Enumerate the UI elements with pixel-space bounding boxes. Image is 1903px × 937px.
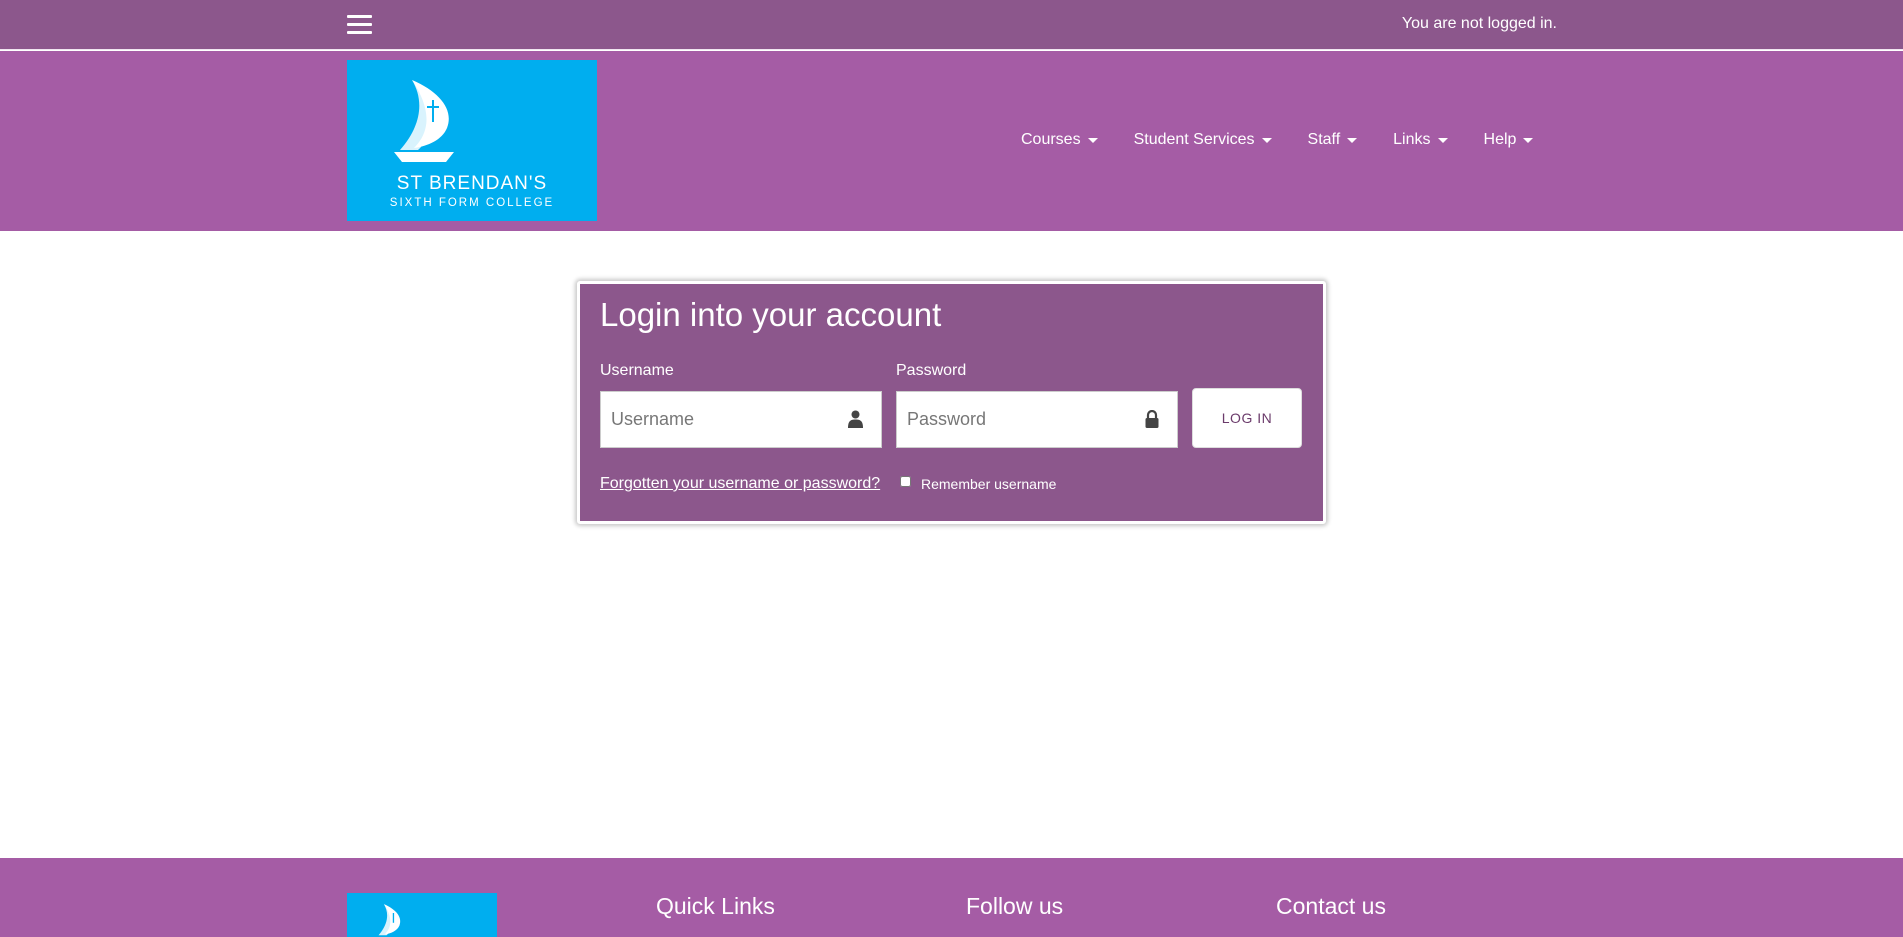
nav-courses[interactable]: Courses [1021,131,1098,149]
remember-username: Remember username [900,475,1056,492]
caret-down-icon [1523,137,1534,143]
nav-label: Staff [1307,131,1341,148]
footer-heading-contact-us: Contact us [1276,893,1386,919]
login-title: Login into your account [600,296,942,333]
site-footer: Quick Links Follow us Contact us [0,858,1903,937]
username-label: Username [600,362,674,379]
footer-heading-follow-us: Follow us [966,893,1064,919]
caret-down-icon [1347,137,1358,143]
username-field-wrapper [600,391,882,448]
sail-boat-icon [378,904,401,936]
nav-help[interactable]: Help [1484,131,1534,149]
nav-staff[interactable]: Staff [1308,131,1358,149]
password-input[interactable] [897,392,1127,447]
nav-label: Student Services [1133,131,1255,148]
password-label: Password [896,362,967,379]
footer-heading-quick-links: Quick Links [656,893,775,919]
password-field-wrapper [896,391,1178,448]
remember-username-checkbox[interactable] [900,475,911,487]
nav-label: Links [1393,131,1431,148]
user-icon [848,410,863,433]
lock-icon [1145,409,1159,433]
login-button[interactable]: LOG IN [1192,388,1302,448]
top-bar: You are not logged in. [0,0,1903,50]
forgot-password-link[interactable]: Forgotten your username or password? [600,475,880,493]
login-card: Login into your account Username Passwor… [577,281,1326,524]
college-logo[interactable]: ST BRENDAN'S SIXTH FORM COLLEGE [347,60,597,221]
main-nav: Courses Student Services Staff Links Hel… [1021,131,1569,149]
hamburger-menu-icon[interactable] [347,15,372,35]
nav-links[interactable]: Links [1393,131,1448,149]
caret-down-icon [1437,137,1448,143]
login-status-text: You are not logged in. [1401,15,1557,32]
logo-subtitle: SIXTH FORM COLLEGE [389,197,555,209]
sail-boat-icon [394,80,454,162]
remember-username-label[interactable]: Remember username [921,476,1056,492]
site-header: ST BRENDAN'S SIXTH FORM COLLEGE Courses … [0,51,1903,231]
caret-down-icon [1087,137,1098,143]
logo-name: ST BRENDAN'S [396,173,548,194]
footer-logo[interactable] [347,893,497,937]
username-input[interactable] [601,392,831,447]
nav-label: Courses [1021,131,1081,148]
nav-student-services[interactable]: Student Services [1134,131,1272,149]
nav-label: Help [1483,131,1517,148]
caret-down-icon [1261,137,1272,143]
